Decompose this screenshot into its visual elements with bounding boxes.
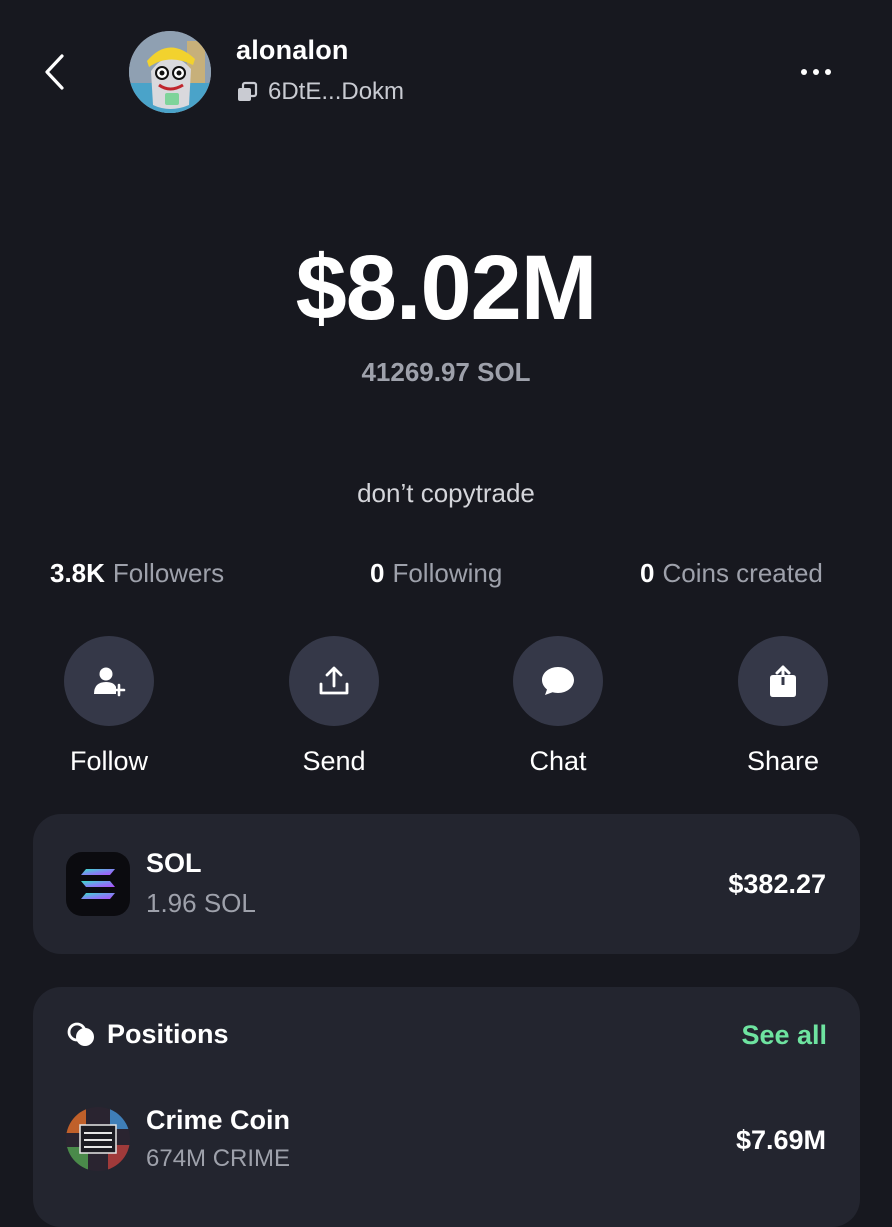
see-all-link[interactable]: See all xyxy=(741,1020,827,1051)
stat-coins-created[interactable]: 0 Coins created xyxy=(640,558,823,589)
profile-bio: don’t copytrade xyxy=(357,478,535,508)
stat-followers[interactable]: 3.8K Followers xyxy=(50,558,224,589)
coins-icon xyxy=(67,1022,94,1046)
share-button[interactable]: Share xyxy=(708,636,858,777)
send-button-label: Send xyxy=(302,746,366,776)
solana-logo-icon xyxy=(66,852,130,916)
chat-bubble-icon xyxy=(542,667,574,695)
positions-card: Positions See all Crime Coin 674M CRIME … xyxy=(33,987,860,1227)
stat-following-label: Following xyxy=(392,558,503,588)
chat-button-label: Chat xyxy=(529,746,587,776)
stat-following-value: 0 xyxy=(370,558,385,588)
crime-coin-logo-icon xyxy=(66,1107,130,1171)
add-user-icon xyxy=(94,667,126,697)
more-options-button[interactable] xyxy=(790,52,842,92)
position-token-amount: 674M CRIME xyxy=(146,1145,291,1172)
sol-token-amount: 1.96 SOL xyxy=(146,888,256,918)
stat-followers-value: 3.8K xyxy=(50,558,105,588)
chat-button-circle[interactable] xyxy=(513,636,603,726)
share-button-label: Share xyxy=(746,746,820,776)
follow-button[interactable]: Follow xyxy=(34,636,184,777)
stat-coins-created-value: 0 xyxy=(640,558,655,588)
position-token-name: Crime Coin xyxy=(146,1105,291,1135)
stat-followers-label: Followers xyxy=(112,558,225,588)
portfolio-balance-sol: 41269.97 SOL xyxy=(361,357,531,387)
avatar-image xyxy=(129,31,211,113)
ellipsis-icon xyxy=(801,69,831,75)
back-button[interactable] xyxy=(30,50,80,94)
send-button[interactable]: Send xyxy=(259,636,409,777)
sol-token-name: SOL xyxy=(146,848,202,878)
sol-token-value: $382.27 xyxy=(728,869,826,899)
follow-button-circle[interactable] xyxy=(64,636,154,726)
position-row[interactable]: Crime Coin 674M CRIME $7.69M xyxy=(33,1087,860,1197)
portfolio-balance-usd: $8.02M xyxy=(295,237,598,339)
upload-icon xyxy=(319,666,349,695)
wallet-address-text: 6DtE...Dokm xyxy=(268,78,405,105)
sol-holding-card[interactable]: SOL 1.96 SOL $382.27 xyxy=(33,814,860,954)
chevron-left-icon xyxy=(45,54,64,90)
copy-icon xyxy=(238,81,258,101)
positions-header: Positions xyxy=(67,1019,229,1050)
send-button-circle[interactable] xyxy=(289,636,379,726)
positions-title: Positions xyxy=(107,1019,229,1049)
share-button-circle[interactable] xyxy=(738,636,828,726)
follow-button-label: Follow xyxy=(69,746,149,776)
share-icon xyxy=(770,665,796,697)
wallet-address[interactable]: 6DtE...Dokm xyxy=(236,78,404,106)
stat-following[interactable]: 0 Following xyxy=(370,558,502,589)
chat-button[interactable]: Chat xyxy=(483,636,633,777)
avatar[interactable] xyxy=(129,31,211,113)
position-token-value: $7.69M xyxy=(735,1125,826,1155)
stat-coins-created-label: Coins created xyxy=(662,558,823,588)
username: alonalon xyxy=(236,35,349,65)
